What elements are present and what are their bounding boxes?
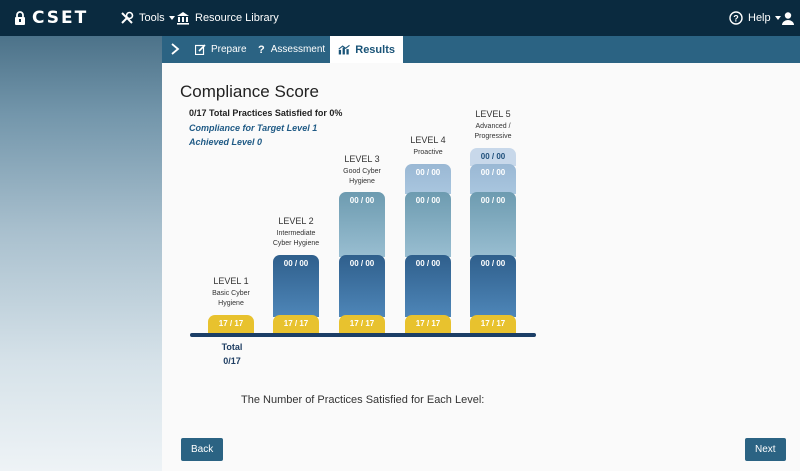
- level-4-label: LEVEL 4 Proactive: [393, 135, 463, 158]
- level-1-segment: 17 / 17: [339, 315, 385, 333]
- level-description: Proactive: [413, 149, 443, 156]
- compliance-target-text: Compliance for Target Level 1: [189, 123, 318, 133]
- chart-baseline: [190, 333, 536, 337]
- next-button[interactable]: Next: [745, 438, 786, 461]
- assessment-tab-bar: Prepare ? Assessment Results: [162, 36, 800, 63]
- level-3-segment: 00 / 00: [339, 192, 385, 257]
- back-button[interactable]: Back: [181, 438, 224, 461]
- page-title: Compliance Score: [180, 82, 319, 101]
- level-2-segment: 00 / 00: [339, 255, 385, 317]
- logo-text: CSET: [32, 8, 89, 28]
- total-score: Total 0/17: [217, 340, 247, 368]
- svg-text:?: ?: [733, 14, 739, 24]
- main-content: Compliance Score 0/17 Total Practices Sa…: [162, 63, 800, 471]
- level-2-segment: 00 / 00: [405, 255, 451, 317]
- level-2-label: LEVEL 2 Intermediate Cyber Hygiene: [261, 216, 331, 249]
- lock-icon: [15, 10, 25, 25]
- level-1-segment: 17 / 17: [208, 315, 254, 333]
- help-menu-button[interactable]: ? Help: [729, 9, 781, 27]
- user-icon: [782, 12, 794, 25]
- help-icon: ?: [729, 11, 743, 25]
- level-name: LEVEL 3: [344, 154, 380, 164]
- level-1-segment: 17 / 17: [273, 315, 319, 333]
- level-1-segment: 17 / 17: [470, 315, 516, 333]
- level-name: LEVEL 1: [213, 276, 249, 286]
- tools-icon: [121, 11, 134, 24]
- level-4-segment: 00 / 00: [470, 164, 516, 194]
- level-description: Basic Cyber Hygiene: [212, 290, 250, 307]
- level-4-segment: 00 / 00: [405, 164, 451, 194]
- level-name: LEVEL 5: [475, 109, 511, 119]
- tools-label: Tools: [139, 12, 165, 24]
- level-1-segment: 17 / 17: [405, 315, 451, 333]
- chevron-right-icon[interactable]: [170, 42, 180, 56]
- cset-logo[interactable]: CSET: [14, 8, 88, 28]
- edit-icon: [195, 44, 206, 55]
- library-icon: [177, 12, 189, 25]
- level-name: LEVEL 2: [278, 216, 314, 226]
- level-description: Intermediate Cyber Hygiene: [272, 230, 320, 247]
- tab-results[interactable]: Results: [330, 36, 403, 63]
- left-side-panel: [0, 36, 162, 471]
- top-navigation-bar: CSET Tools Resource Library ? Help: [0, 0, 800, 36]
- total-value: 0/17: [223, 356, 241, 366]
- achieved-level-text: Achieved Level 0: [189, 137, 263, 147]
- tab-prepare[interactable]: Prepare: [195, 36, 247, 63]
- level-2-segment: 00 / 00: [273, 255, 319, 317]
- tab-results-label: Results: [355, 43, 395, 56]
- tab-assessment[interactable]: ? Assessment: [258, 36, 325, 63]
- level-3-segment: 00 / 00: [470, 192, 516, 257]
- chevron-down-icon: [168, 16, 175, 20]
- level-1-label: LEVEL 1 Basic Cyber Hygiene: [196, 276, 266, 309]
- resource-library-button[interactable]: Resource Library: [176, 9, 279, 27]
- level-3-segment: 00 / 00: [405, 192, 451, 257]
- total-label: Total: [221, 342, 243, 352]
- help-label: Help: [748, 12, 771, 24]
- chevron-down-icon: [774, 16, 781, 20]
- practices-caption: The Number of Practices Satisfied for Ea…: [241, 394, 485, 406]
- question-icon: ?: [258, 43, 265, 56]
- summary-text: 0/17 Total Practices Satisfied for 0%: [189, 108, 343, 118]
- tab-assessment-label: Assessment: [270, 44, 326, 55]
- tab-prepare-label: Prepare: [211, 44, 247, 55]
- level-name: LEVEL 4: [410, 135, 446, 145]
- user-menu-button[interactable]: [781, 9, 800, 27]
- tools-menu-button[interactable]: Tools: [120, 9, 175, 27]
- level-5-label: LEVEL 5 Advanced / Progressive: [458, 109, 528, 142]
- level-3-label: LEVEL 3 Good Cyber Hygiene: [327, 154, 397, 187]
- chart-icon: [338, 44, 350, 55]
- level-description: Good Cyber Hygiene: [343, 168, 381, 185]
- level-description: Advanced / Progressive: [474, 123, 512, 140]
- level-2-segment: 00 / 00: [470, 255, 516, 317]
- resource-library-label: Resource Library: [195, 12, 279, 24]
